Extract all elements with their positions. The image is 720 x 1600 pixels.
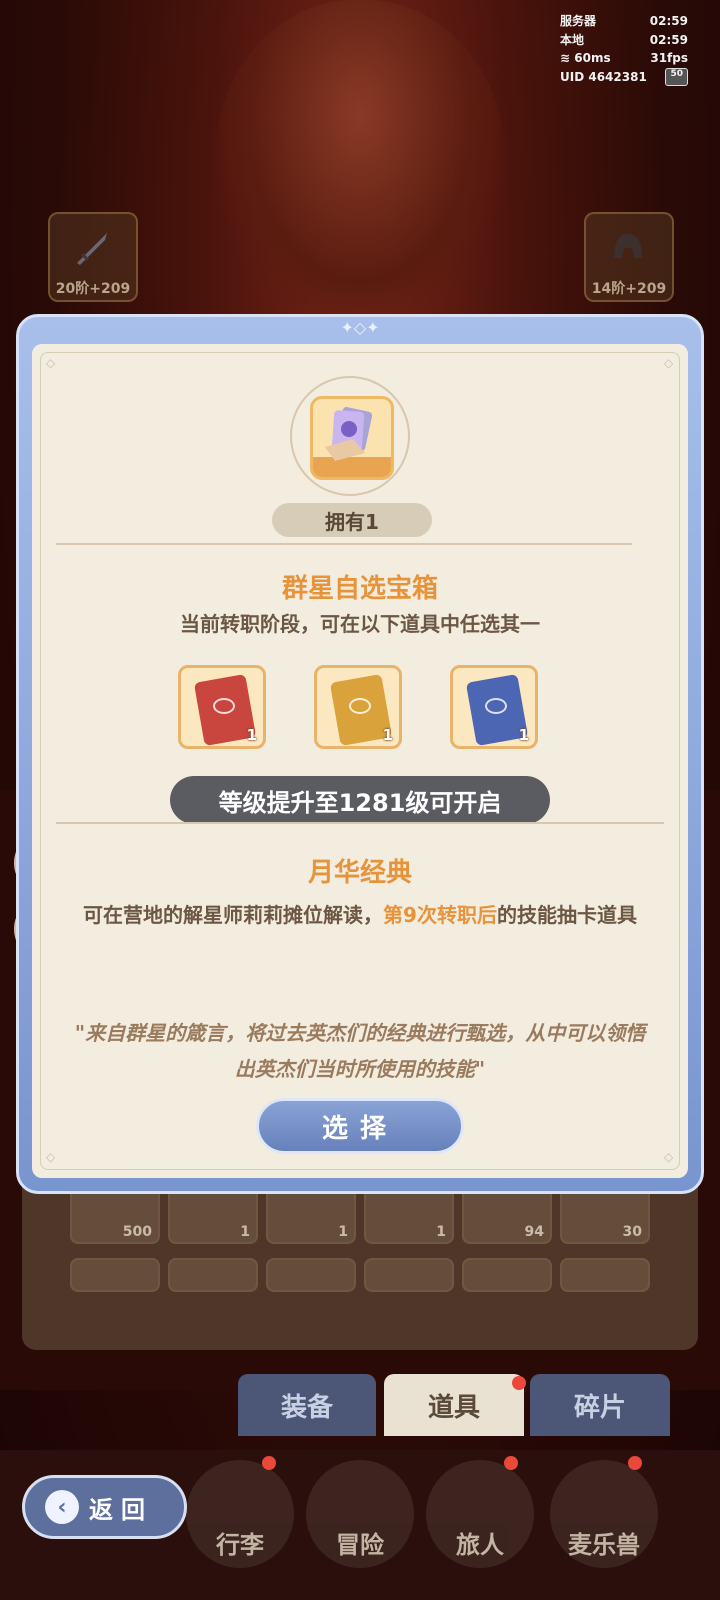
character-silhouette: [215, 0, 505, 330]
corner-ornament: ◇: [46, 1150, 56, 1164]
uid-value: 4642381: [588, 69, 647, 84]
item-flavor-quote: "来自群星的箴言，将过去英杰们的经典进行甄选，从中可以领悟出英杰们当时所使用的技…: [74, 1021, 646, 1081]
card-pack-icon: [325, 407, 373, 461]
option-card-gold[interactable]: 1: [314, 665, 402, 749]
highlight-text: 第9次转职后: [383, 903, 497, 927]
owned-count: 拥有1: [272, 503, 432, 537]
nav-traveler-badge: [504, 1456, 518, 1470]
weapon-slot[interactable]: 20阶+209: [48, 212, 138, 302]
dialog-gem-ornament: ✦◇✦: [340, 318, 380, 337]
chest-title: 群星自选宝箱: [281, 574, 438, 604]
card-count: 1: [518, 726, 529, 744]
nav-pet[interactable]: 麦乐兽: [550, 1460, 658, 1568]
ping: 60ms: [574, 51, 611, 65]
inventory-slot[interactable]: [266, 1258, 356, 1292]
helmet-icon: [614, 234, 642, 258]
option-card-blue[interactable]: 1: [450, 665, 538, 749]
inventory-slot[interactable]: [560, 1258, 650, 1292]
status-hud: 服务器 02:59 本地 02:59 ≋ 60ms 31fps UID 4642381…: [560, 12, 688, 86]
nav-bag[interactable]: 行李: [186, 1460, 294, 1568]
back-arrow-icon: ‹: [45, 1490, 79, 1524]
back-label: 返回: [89, 1495, 153, 1524]
local-time: 02:59: [649, 32, 688, 47]
divider: [56, 543, 632, 545]
server-time: 02:59: [649, 14, 688, 28]
tab-items-badge: [512, 1376, 526, 1390]
local-label: 本地: [560, 32, 585, 47]
inventory-slot[interactable]: [462, 1258, 552, 1292]
unlock-requirement: 等级提升至1281级可开启: [170, 776, 550, 824]
card-count: 1: [382, 726, 393, 744]
select-button[interactable]: 选择: [256, 1098, 464, 1154]
chest-description: 当前转职阶段，可在以下道具中任选其一: [180, 612, 540, 636]
nav-traveler[interactable]: 旅人: [426, 1460, 534, 1568]
nav-pet-badge: [628, 1456, 642, 1470]
armor-level: 14阶+209: [591, 281, 667, 297]
option-card-red[interactable]: 1: [178, 665, 266, 749]
armor-slot[interactable]: 14阶+209: [584, 212, 674, 302]
corner-ornament: ◇: [664, 356, 674, 370]
item-title: 月华经典: [307, 858, 412, 888]
divider: [56, 822, 664, 824]
fps: 31fps: [650, 51, 688, 65]
item-description: 可在营地的解星师莉莉摊位解读，第9次转职后的技能抽卡道具: [83, 903, 637, 927]
uid-label: UID: [560, 69, 585, 84]
tab-equipment[interactable]: 装备: [238, 1374, 376, 1436]
inventory-slot[interactable]: [70, 1258, 160, 1292]
inventory-slot[interactable]: [168, 1258, 258, 1292]
chest-item-icon: [310, 396, 394, 480]
sword-icon: [77, 233, 107, 265]
back-button[interactable]: ‹ 返回: [22, 1475, 187, 1539]
corner-ornament: ◇: [664, 1150, 674, 1164]
corner-ornament: ◇: [46, 356, 56, 370]
tab-items[interactable]: 道具: [384, 1374, 524, 1436]
nav-adventure[interactable]: 冒险: [306, 1460, 414, 1568]
server-label: 服务器: [560, 14, 597, 28]
card-count: 1: [246, 726, 257, 744]
tab-fragments[interactable]: 碎片: [530, 1374, 670, 1436]
inventory-slot[interactable]: [364, 1258, 454, 1292]
nav-bag-badge: [262, 1456, 276, 1470]
battery-icon: 50: [665, 67, 688, 86]
weapon-level: 20阶+209: [55, 281, 131, 297]
wifi-icon: ≋: [560, 51, 571, 65]
